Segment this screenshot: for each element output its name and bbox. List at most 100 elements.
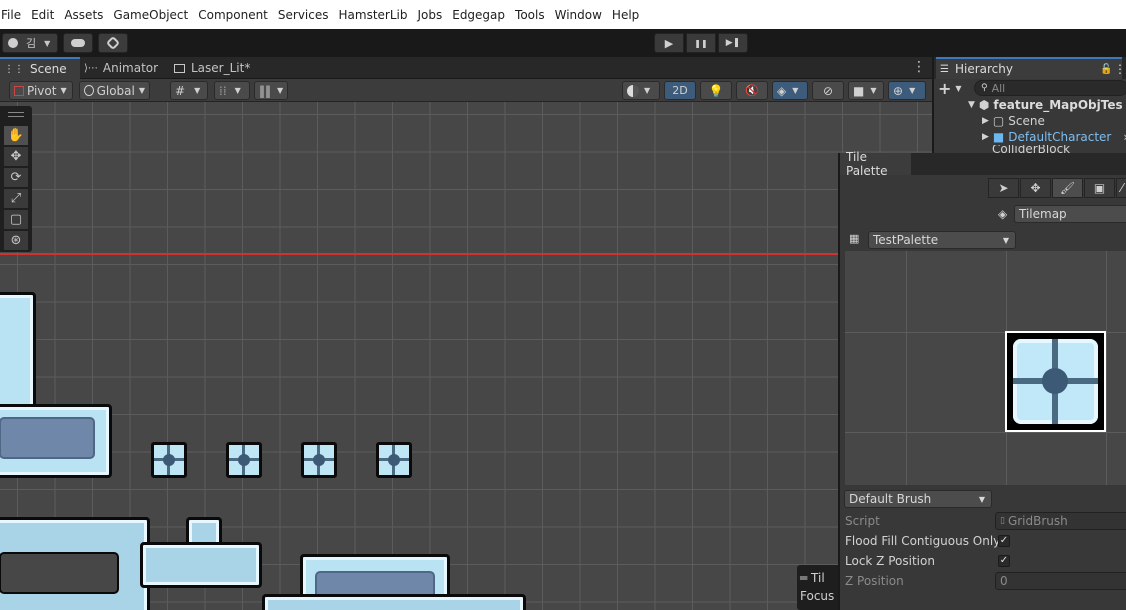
menu-assets[interactable]: Assets [56, 8, 103, 22]
menu-edit[interactable]: Edit [23, 8, 54, 22]
tab-tile-palette[interactable]: Tile Palette [840, 150, 911, 178]
menu-window[interactable]: Window [547, 8, 602, 22]
panel-grip[interactable] [8, 112, 24, 117]
camera-bounds-line [0, 253, 840, 255]
more-options-icon[interactable]: ⋮ [912, 59, 926, 75]
add-object-button[interactable]: + ▼ [938, 79, 962, 98]
tile-overlay-line1: Til [811, 571, 825, 585]
tile-block [262, 594, 526, 610]
move-tool-button[interactable]: ✥ [4, 147, 28, 166]
account-dropdown[interactable]: 김 ▼ [2, 33, 58, 53]
globe-icon [84, 85, 94, 96]
pivot-dropdown[interactable]: Pivot ▼ [9, 81, 73, 100]
palette-dropdown[interactable]: TestPalette ▼ [868, 231, 1016, 249]
hierarchy-root-row[interactable]: ▼ ⬢ feature_MapObjTes [968, 97, 1123, 113]
draw-mode-dropdown[interactable]: ▼ [622, 81, 660, 100]
tab-scene[interactable]: ⋮⋮ Scene [0, 57, 80, 79]
transform-icon: ⊛ [10, 233, 22, 248]
tile-small [301, 442, 337, 478]
camera-icon: ■ [853, 83, 865, 98]
chevron-down-icon: ▼ [955, 84, 962, 93]
prop-zpos-value: 0 [1000, 574, 1008, 588]
menu-help[interactable]: Help [604, 8, 639, 22]
select-tool-button[interactable]: ➤ [988, 178, 1019, 198]
collab-icon [105, 35, 121, 51]
brush-dropdown[interactable]: Default Brush ▼ [844, 490, 992, 508]
prop-zpos-label: Z Position [845, 574, 904, 588]
tile-overlay-panel[interactable]: ═ Til Focus [797, 565, 843, 610]
tab-laser-lit[interactable]: Laser_Lit* [168, 57, 258, 79]
lighting-toggle[interactable]: 💡 [700, 81, 732, 100]
main-toolbar: 김 ▼ ▶ ❚❚ ▶❚ [0, 29, 1126, 57]
menu-edgegap[interactable]: Edgegap [444, 8, 505, 22]
more-options-icon[interactable]: ⋮ [1114, 62, 1126, 76]
transform-tool-button[interactable]: ⊛ [4, 231, 28, 250]
menu-bar: File Edit Assets GameObject Component Se… [0, 0, 1126, 29]
global-dropdown[interactable]: Global ▼ [79, 81, 150, 100]
brush-name: Default Brush [849, 492, 932, 506]
prop-script-field: ▯ GridBrush [995, 512, 1126, 530]
tile-palette-title: Tile Palette [846, 150, 888, 178]
menu-file[interactable]: File [0, 8, 21, 22]
menu-hamsterlib[interactable]: HamsterLib [331, 8, 408, 22]
scene-view[interactable]: ✋ ✥ ⟳ ⤢ ▢ ⊛ ═ Til Focus [0, 102, 932, 610]
menu-tools[interactable]: Tools [507, 8, 545, 22]
cloud-button[interactable] [63, 33, 93, 53]
menu-gameobject[interactable]: GameObject [105, 8, 188, 22]
mode-2d-toggle[interactable]: 2D [664, 81, 696, 100]
tile-hub [163, 454, 175, 466]
gizmo-icon: ⊕ [893, 83, 904, 98]
plus-icon: + [938, 79, 952, 98]
tab-animator[interactable]: ⟩⋯ Animator [80, 57, 166, 79]
collab-button[interactable] [98, 33, 128, 53]
rotate-tool-button[interactable]: ⟳ [4, 168, 28, 187]
hierarchy-item-label: ColliderBlock [992, 145, 1071, 153]
menu-component[interactable]: Component [190, 8, 268, 22]
lock-z-checkbox[interactable]: ✓ [998, 555, 1010, 567]
menu-services[interactable]: Services [270, 8, 329, 22]
hierarchy-item-label: Scene [1008, 114, 1045, 128]
tile-small [151, 442, 187, 478]
rect-tool-button[interactable]: ▢ [4, 210, 28, 229]
pause-button[interactable]: ❚❚ [686, 33, 716, 53]
move-tool-button[interactable]: ✥ [1020, 178, 1051, 198]
menu-jobs[interactable]: Jobs [409, 8, 442, 22]
box-fill-button[interactable]: ▣ [1084, 178, 1115, 198]
palette-grid[interactable] [845, 251, 1126, 485]
tile-small [376, 442, 412, 478]
more-tools-button[interactable]: ⁄ [1116, 178, 1126, 198]
hierarchy-item-defaultcharacter[interactable]: ▶ ■ DefaultCharacter › [982, 129, 1126, 145]
hierarchy-tab-bar: ☰ Hierarchy 🔓 ⋮ [934, 57, 1126, 79]
lock-icon[interactable]: 🔓 [1100, 64, 1112, 75]
hierarchy-item-colliderblock[interactable]: ColliderBlock [992, 145, 1070, 153]
hand-tool-button[interactable]: ✋ [4, 126, 28, 145]
expand-arrow-icon: ▼ [968, 100, 975, 110]
hierarchy-item-scene[interactable]: ▶ ▢ Scene [982, 113, 1045, 129]
grid-snap-dropdown[interactable]: # ▼ [170, 81, 208, 100]
active-tilemap-dropdown[interactable]: Tilemap [1014, 205, 1126, 223]
tile-small [226, 442, 262, 478]
tile-hub [313, 454, 325, 466]
hierarchy-search[interactable]: ⚲ All [974, 80, 1126, 96]
ruler-dropdown[interactable]: ‖‖ ▼ [254, 81, 288, 100]
audio-toggle[interactable]: 🔇 [736, 81, 768, 100]
snap-increment-dropdown[interactable]: ⁞⁞ ▼ [214, 81, 250, 100]
camera-dropdown[interactable]: ■ ▼ [848, 81, 884, 100]
palette-tile-selected[interactable] [1005, 331, 1106, 432]
effects-dropdown[interactable]: ◈ ▼ [772, 81, 808, 100]
grid-snap-icon: # [175, 83, 186, 98]
flood-fill-checkbox[interactable]: ✓ [998, 535, 1010, 547]
chevron-down-icon: ▼ [60, 86, 67, 95]
pointer-icon: ➤ [998, 181, 1009, 195]
ruler-icon: ‖‖ [259, 83, 271, 98]
tab-hierarchy[interactable]: ☰ Hierarchy 🔓 ⋮ [936, 57, 1126, 79]
scale-tool-button[interactable]: ⤢ [4, 189, 28, 208]
gizmos-dropdown[interactable]: ⊕ ▼ [888, 81, 926, 100]
play-button[interactable]: ▶ [654, 33, 684, 53]
visibility-toggle[interactable]: ⊘ [812, 81, 844, 100]
step-button[interactable]: ▶❚ [718, 33, 748, 53]
hierarchy-panel: ☰ Hierarchy 🔓 ⋮ + ▼ ⚲ All ▼ ⬢ feature_Ma… [932, 57, 1126, 153]
paint-brush-button[interactable]: 🖌 [1052, 178, 1083, 198]
tile-overlay-focus: Focus [800, 589, 835, 603]
lightbulb-icon: 💡 [708, 83, 724, 98]
